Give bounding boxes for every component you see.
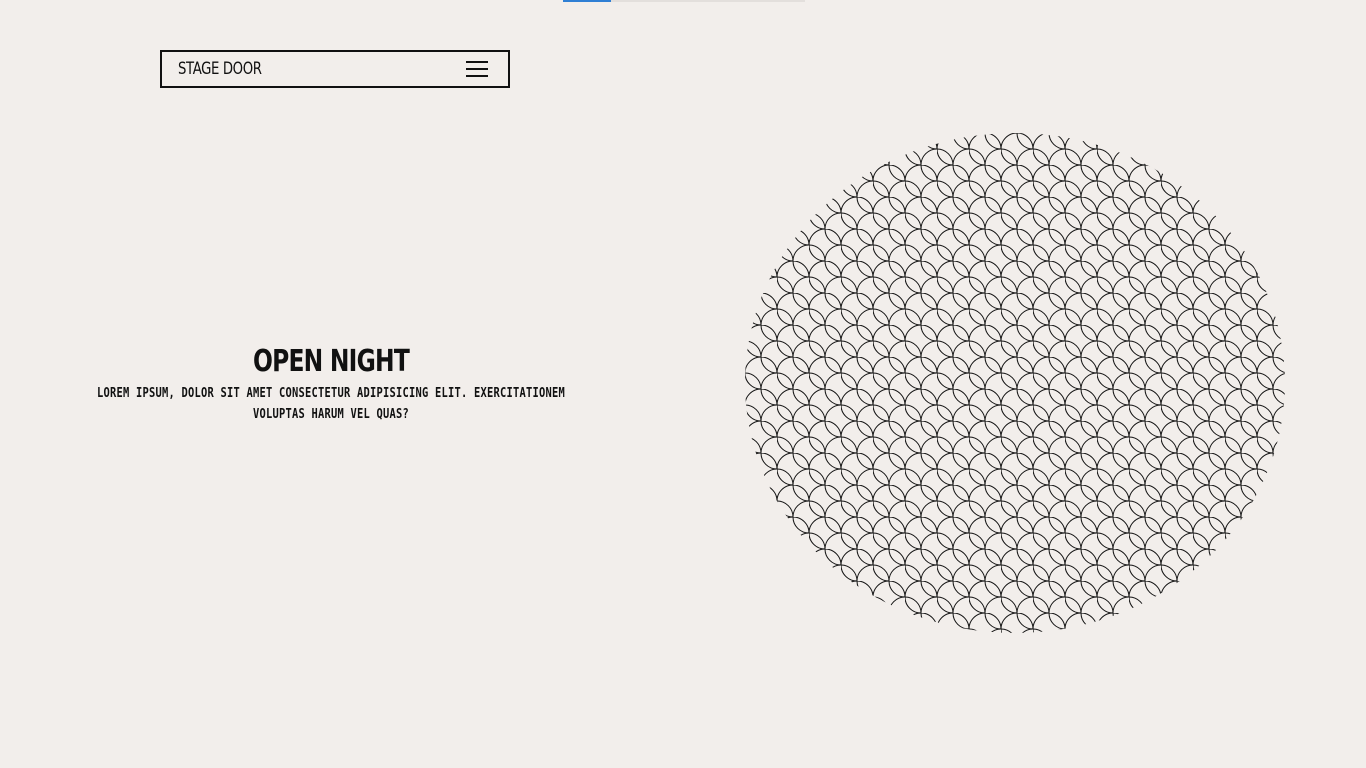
- hero-title: OPEN NIGHT: [253, 344, 410, 379]
- pattern-fill: [745, 133, 1285, 633]
- scroll-progress-fill: [563, 0, 612, 2]
- menu-line: [466, 75, 488, 77]
- menu-line: [466, 68, 488, 70]
- navbar: STAGE DOOR: [160, 50, 510, 88]
- decorative-pattern-circle: [745, 133, 1285, 633]
- scroll-progress-track: [563, 0, 805, 2]
- hero-description: LOREM IPSUM, DOLOR SIT AMET CONSECTETUR …: [96, 386, 566, 422]
- menu-line: [466, 61, 488, 63]
- hero-section: OPEN NIGHT LOREM IPSUM, DOLOR SIT AMET C…: [95, 343, 567, 425]
- hamburger-menu-icon[interactable]: [466, 61, 488, 77]
- brand-logo-link[interactable]: STAGE DOOR: [178, 59, 262, 79]
